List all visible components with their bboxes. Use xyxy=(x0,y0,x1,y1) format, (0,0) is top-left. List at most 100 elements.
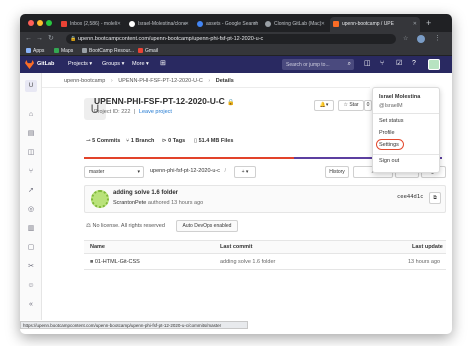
divider xyxy=(42,87,370,88)
breadcrumb-separator: › xyxy=(110,78,113,84)
browser-tab[interactable]: Inbox (2,586) - moleli ✕ xyxy=(58,17,124,32)
plus-square-icon[interactable]: ⊞ xyxy=(160,60,166,68)
copy-sha-button[interactable]: ⧉ xyxy=(429,192,441,204)
history-button[interactable]: History xyxy=(325,166,349,178)
rocket-icon[interactable]: ➚ xyxy=(26,186,36,196)
close-tab-icon[interactable]: ✕ xyxy=(185,21,189,27)
search-icon: ⌕ xyxy=(347,61,351,67)
license-info[interactable]: ⚖ No license. All rights reserved xyxy=(86,223,165,229)
repo-path-text[interactable]: upenn-phi-fsf-pt-12-2020-u-c xyxy=(150,168,220,174)
profile-avatar-icon[interactable] xyxy=(417,35,425,43)
bookmark-star-icon[interactable]: ☆ xyxy=(403,34,408,44)
commits-stat[interactable]: ⊸ 5 Commits xyxy=(86,138,120,144)
back-arrow-icon[interactable]: ← xyxy=(25,34,32,44)
star-button[interactable]: ☆ Star xyxy=(338,100,364,111)
gitlab-brand[interactable]: GitLab xyxy=(37,61,54,67)
commit-icon: ⊸ xyxy=(86,138,91,144)
minimize-window-button[interactable] xyxy=(37,20,43,26)
commit-sha[interactable]: cee44d1c xyxy=(397,194,424,200)
last-commit-cell[interactable]: adding solve 1.6 folder xyxy=(220,259,275,265)
search-input[interactable]: Search or jump to... ⌕ xyxy=(282,59,354,70)
gmail-favicon-icon xyxy=(61,21,67,27)
browser-tab[interactable]: Israel-Molestina/clone ✕ xyxy=(126,17,192,32)
tab-strip: Inbox (2,586) - moleli ✕ Israel-Molestin… xyxy=(20,14,452,32)
menu-set-status[interactable]: Set status xyxy=(379,118,403,124)
browser-tab[interactable]: assets - Google Search ✕ xyxy=(194,17,260,32)
star-count[interactable]: 0 xyxy=(364,100,372,111)
address-bar[interactable]: 🔒 upenn.bootcampcontent.com/upenn-bootca… xyxy=(66,34,396,44)
new-tab-button[interactable]: + xyxy=(426,18,431,28)
bell-icon: 🔔 xyxy=(319,102,326,108)
merge-request-icon[interactable]: ⑂ xyxy=(380,60,384,68)
branch-name: master xyxy=(89,169,105,175)
nav-more[interactable]: More ▾ xyxy=(132,61,149,67)
user-dropdown-menu: Israel Molestina @IsraelM Set status Pro… xyxy=(372,87,440,173)
bookmark-apps[interactable]: Apps xyxy=(26,48,44,54)
todo-check-icon[interactable]: ☑ xyxy=(396,60,402,68)
collapse-sidebar-icon[interactable]: « xyxy=(26,300,36,310)
commit-message[interactable]: adding solve 1.6 folder xyxy=(113,190,178,196)
home-icon[interactable]: ⌂ xyxy=(26,110,36,120)
files-stat[interactable]: ▯ 51.4 MB Files xyxy=(194,138,233,144)
close-tab-icon[interactable]: ✕ xyxy=(413,21,417,27)
operations-icon[interactable]: ◎ xyxy=(26,205,36,215)
tab-label: Cloning GitLab (Mac) xyxy=(274,21,322,27)
bookmark-bootcamp[interactable]: BootCamp Resour... xyxy=(82,48,134,54)
file-name-cell[interactable]: ■ 01-HTML-Git-CSS xyxy=(90,259,140,265)
close-tab-icon[interactable]: ✕ xyxy=(253,21,257,27)
lock-icon: 🔒 xyxy=(227,100,235,106)
members-icon[interactable]: ☺ xyxy=(26,281,36,291)
breadcrumb-project[interactable]: UPENN-PHI-FSF-PT-12-2020-U-C xyxy=(118,78,203,84)
repository-icon[interactable]: ▤ xyxy=(26,129,36,139)
column-last-update: Last update xyxy=(412,244,443,250)
branches-count: 1 Branch xyxy=(130,138,155,144)
gitlab-logo-icon[interactable] xyxy=(25,60,34,69)
author-avatar[interactable] xyxy=(91,190,109,208)
issues-icon[interactable]: ◫ xyxy=(26,148,36,158)
analytics-icon[interactable]: ▥ xyxy=(26,224,36,234)
close-tab-icon[interactable]: ✕ xyxy=(117,21,121,27)
notification-button[interactable]: 🔔▾ xyxy=(314,100,334,111)
gitlab-favicon-icon xyxy=(333,21,339,27)
sidebar-project-avatar[interactable]: U xyxy=(25,80,37,92)
branches-stat[interactable]: ⑂ 1 Branch xyxy=(126,138,154,144)
auto-devops-badge[interactable]: Auto DevOps enabled xyxy=(176,220,238,232)
snippets-icon[interactable]: ✂ xyxy=(26,262,36,272)
menu-profile[interactable]: Profile xyxy=(379,130,395,136)
leave-project-link[interactable]: Leave project xyxy=(139,109,172,115)
path-separator: / xyxy=(224,168,227,174)
tags-stat[interactable]: ⊳ 0 Tags xyxy=(162,138,185,144)
breadcrumb-group[interactable]: upenn-bootcamp xyxy=(64,78,105,84)
breadcrumb: upenn-bootcamp › UPENN-PHI-FSF-PT-12-202… xyxy=(64,78,234,84)
tab-label: assets - Google Search xyxy=(206,21,259,27)
menu-sign-out[interactable]: Sign out xyxy=(379,158,399,164)
subtitle-separator: | xyxy=(133,109,136,115)
forward-arrow-icon[interactable]: → xyxy=(36,34,43,44)
merge-request-icon[interactable]: ⑂ xyxy=(26,167,36,177)
menu-settings[interactable]: Settings xyxy=(379,142,399,148)
wiki-icon[interactable]: ▢ xyxy=(26,243,36,253)
maximize-window-button[interactable] xyxy=(46,20,52,26)
bookmark-gmail[interactable]: Gmail xyxy=(138,48,158,54)
browser-tab-active[interactable]: upenn-bootcamp / UPE ✕ xyxy=(330,17,420,32)
nav-projects[interactable]: Projects ▾ xyxy=(68,61,92,67)
nav-groups[interactable]: Groups ▾ xyxy=(102,61,124,67)
commit-author[interactable]: ScrantonPete xyxy=(113,200,146,206)
divider xyxy=(373,154,439,155)
user-avatar[interactable] xyxy=(428,59,440,70)
project-id: Project ID: 222 xyxy=(94,109,131,115)
close-tab-icon[interactable]: ✕ xyxy=(321,21,325,27)
branch-select[interactable]: master ▾ xyxy=(84,166,144,178)
issues-icon[interactable]: ◫ xyxy=(364,60,371,68)
license-text: No license. All rights reserved xyxy=(92,223,165,229)
browser-tab[interactable]: Cloning GitLab (Mac) ✕ xyxy=(262,17,328,32)
help-icon[interactable]: ? xyxy=(412,60,416,68)
tab-label: Inbox (2,586) - moleli xyxy=(70,21,117,27)
language-bar-html xyxy=(84,157,294,159)
reload-icon[interactable]: ↻ xyxy=(48,34,54,44)
table-row[interactable]: ■ 01-HTML-Git-CSS adding solve 1.6 folde… xyxy=(84,254,446,270)
close-window-button[interactable] xyxy=(28,20,34,26)
bookmark-maps[interactable]: Maps xyxy=(54,48,73,54)
browser-menu-icon[interactable]: ⋮ xyxy=(434,34,441,44)
add-file-button[interactable]: + ▾ xyxy=(234,166,256,178)
